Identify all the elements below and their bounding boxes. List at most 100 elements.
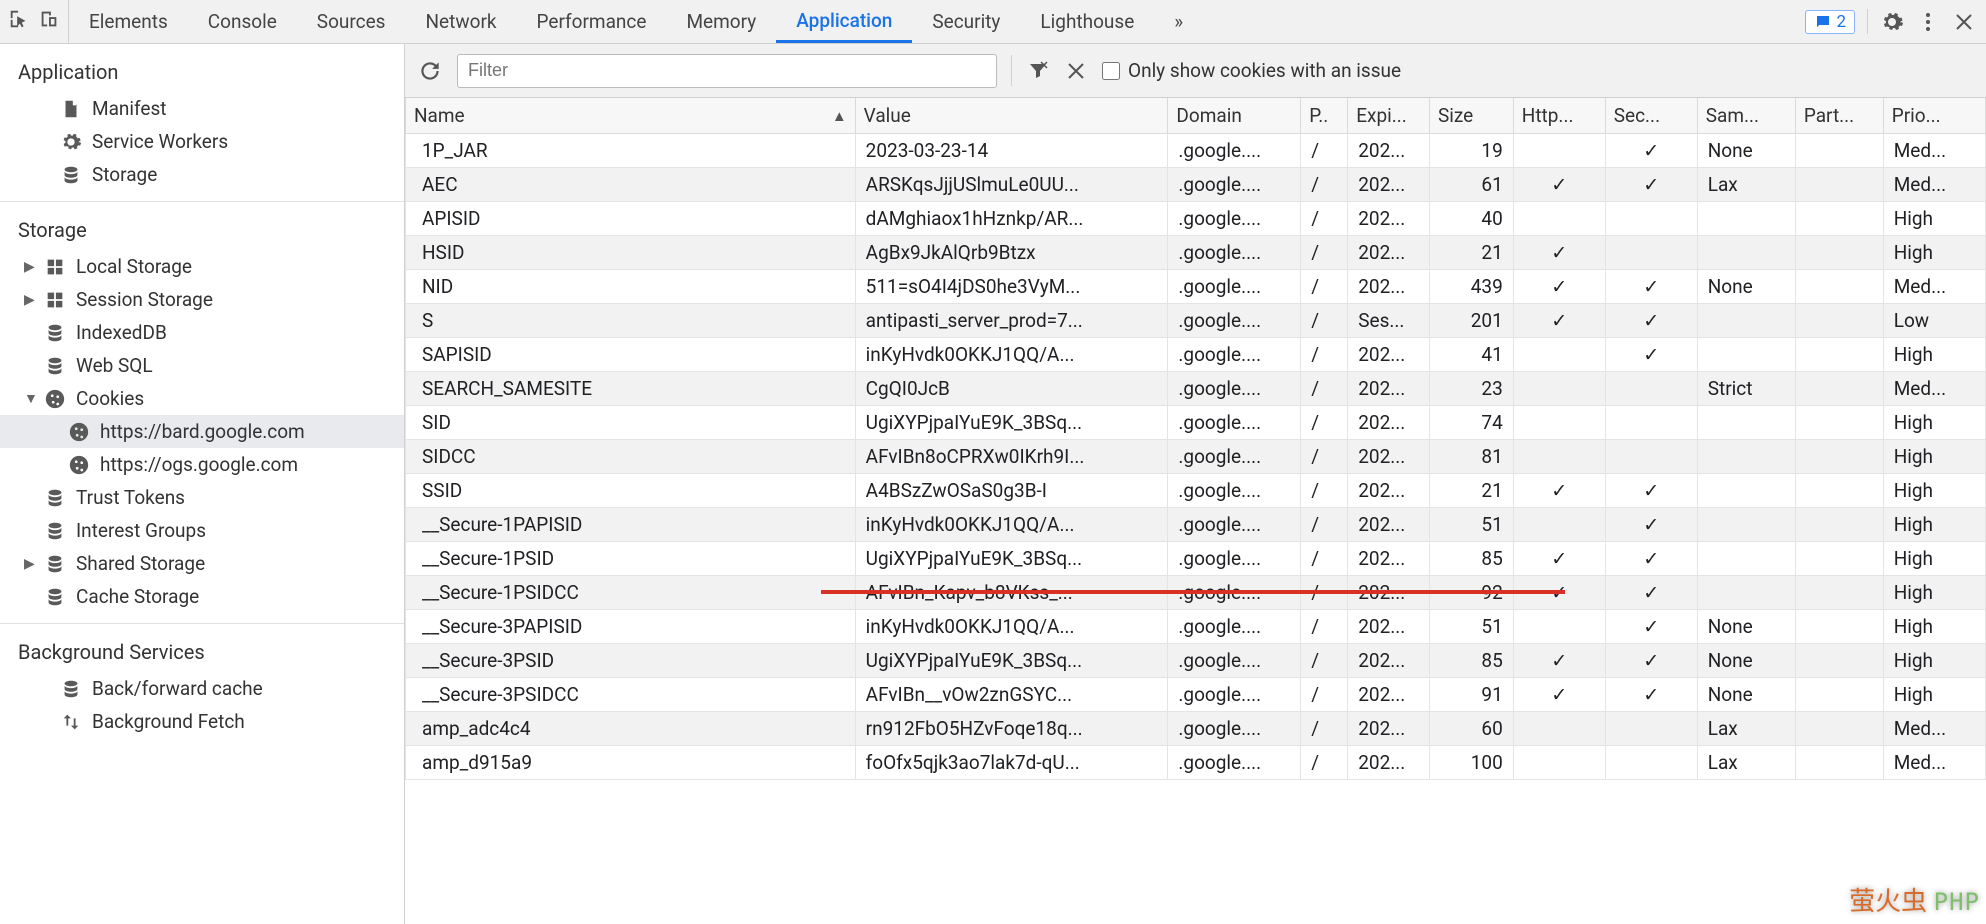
table-row[interactable]: SSIDA4BSzZwOSaS0g3B-I.google..../202...2… (406, 474, 1986, 508)
cell-name: AEC (406, 168, 856, 202)
col-header[interactable]: Value (855, 98, 1168, 134)
cell-size: 91 (1429, 678, 1513, 712)
table-row[interactable]: __Secure-1PSIDUgiXYPjpaIYuE9K_3BSq....go… (406, 542, 1986, 576)
table-row[interactable]: Santipasti_server_prod=7....google..../S… (406, 304, 1986, 338)
sidebar-item-label: Web SQL (76, 354, 153, 377)
sidebar-item-cache-storage[interactable]: Cache Storage (0, 580, 404, 613)
sidebar-item-background-fetch[interactable]: Background Fetch (0, 705, 404, 738)
cookie-origin[interactable]: https://ogs.google.com (0, 448, 404, 481)
messages-badge[interactable]: 2 (1805, 10, 1855, 34)
table-row[interactable]: SIDCCAFvIBn8oCPRXw0IKrh9I....google..../… (406, 440, 1986, 474)
sidebar-item-storage[interactable]: Storage (0, 158, 404, 191)
col-header[interactable]: Expi... (1348, 98, 1430, 134)
tab-elements[interactable]: Elements (69, 0, 188, 43)
table-row[interactable]: SAPISIDinKyHvdk0OKKJ1QQ/A....google..../… (406, 338, 1986, 372)
only-issue-checkbox[interactable]: Only show cookies with an issue (1102, 59, 1401, 82)
sidebar-heading-application: Application (0, 54, 404, 92)
cookies-table: Name▲ValueDomainP..Expi...SizeHttp...Sec… (405, 98, 1986, 780)
sidebar-item-session-storage[interactable]: ▶Session Storage (0, 283, 404, 316)
sidebar-item-cookies[interactable]: ▼Cookies (0, 382, 404, 415)
db-icon (44, 487, 66, 509)
table-row[interactable]: amp_adc4c4rn912FbO5HZvFoqe18q....google.… (406, 712, 1986, 746)
col-header[interactable]: Size (1429, 98, 1513, 134)
table-row[interactable]: HSIDAgBx9JkAlQrb9Btzx.google..../202...2… (406, 236, 1986, 270)
table-row[interactable]: amp_d915a9foOfx5qjk3ao7lak7d-qU....googl… (406, 746, 1986, 780)
device-toggle-icon[interactable] (38, 8, 60, 35)
tabs-overflow[interactable]: » (1154, 0, 1203, 43)
delete-icon[interactable] (1064, 59, 1088, 83)
cell-partition (1795, 746, 1883, 780)
inspect-icon[interactable] (8, 8, 30, 35)
sidebar-item-interest-groups[interactable]: Interest Groups (0, 514, 404, 547)
cell-expires: 202... (1348, 508, 1430, 542)
cookie-origin[interactable]: https://bard.google.com (0, 415, 404, 448)
cell-expires: Ses... (1348, 304, 1430, 338)
sidebar-item-local-storage[interactable]: ▶Local Storage (0, 250, 404, 283)
cell-path: / (1301, 678, 1348, 712)
cell-partition (1795, 440, 1883, 474)
gear-icon[interactable] (1880, 10, 1904, 34)
close-icon[interactable] (1952, 10, 1976, 34)
col-header[interactable]: Sam... (1697, 98, 1795, 134)
table-row[interactable]: __Secure-1PAPISIDinKyHvdk0OKKJ1QQ/A....g… (406, 508, 1986, 542)
cell-priority: Med... (1883, 372, 1985, 406)
sidebar-item-shared-storage[interactable]: ▶Shared Storage (0, 547, 404, 580)
sidebar-item-manifest[interactable]: Manifest (0, 92, 404, 125)
tab-network[interactable]: Network (405, 0, 516, 43)
col-header[interactable]: Prio... (1883, 98, 1985, 134)
table-row[interactable]: SEARCH_SAMESITECgQI0JcB.google..../202..… (406, 372, 1986, 406)
cell-name: __Secure-1PSID (406, 542, 856, 576)
filter-input[interactable] (457, 54, 997, 88)
tab-sources[interactable]: Sources (297, 0, 406, 43)
sidebar-item-trust-tokens[interactable]: Trust Tokens (0, 481, 404, 514)
sidebar-item-back/forward-cache[interactable]: Back/forward cache (0, 672, 404, 705)
col-header[interactable]: Name▲ (406, 98, 856, 134)
cookies-table-wrap[interactable]: Name▲ValueDomainP..Expi...SizeHttp...Sec… (405, 98, 1986, 924)
table-row[interactable]: __Secure-3PSIDCCAFvIBn__vOw2znGSYC....go… (406, 678, 1986, 712)
sort-asc-icon: ▲ (832, 107, 847, 125)
cell-value: antipasti_server_prod=7... (855, 304, 1168, 338)
cell-name: __Secure-1PAPISID (406, 508, 856, 542)
table-row[interactable]: NID511=sO4I4jDS0he3VyM....google..../202… (406, 270, 1986, 304)
tab-security[interactable]: Security (912, 0, 1020, 43)
col-header[interactable]: Domain (1168, 98, 1301, 134)
cell-value: AFvIBn8oCPRXw0IKrh9I... (855, 440, 1168, 474)
db-icon (44, 586, 66, 608)
sidebar-item-web-sql[interactable]: Web SQL (0, 349, 404, 382)
table-row[interactable]: APISIDdAMghiaox1hHznkp/AR....google..../… (406, 202, 1986, 236)
cell-partition (1795, 270, 1883, 304)
cell-secure: ✓ (1605, 270, 1697, 304)
tab-performance[interactable]: Performance (517, 0, 667, 43)
table-row[interactable]: __Secure-3PAPISIDinKyHvdk0OKKJ1QQ/A....g… (406, 610, 1986, 644)
col-header[interactable]: Sec... (1605, 98, 1697, 134)
only-issue-input[interactable] (1102, 62, 1120, 80)
kebab-menu-icon[interactable] (1916, 10, 1940, 34)
table-row[interactable]: AECARSKqsJjjUSlmuLe0UU....google..../202… (406, 168, 1986, 202)
cell-priority: Med... (1883, 168, 1985, 202)
reload-icon[interactable] (417, 58, 443, 84)
cell-partition (1795, 338, 1883, 372)
tab-console[interactable]: Console (188, 0, 297, 43)
table-row[interactable]: __Secure-1PSIDCCAFvIBn_Kapv_b8VKss_....g… (406, 576, 1986, 610)
doc-icon (60, 98, 82, 120)
table-row[interactable]: __Secure-3PSIDUgiXYPjpaIYuE9K_3BSq....go… (406, 644, 1986, 678)
clear-filter-icon[interactable] (1026, 59, 1050, 83)
table-row[interactable]: 1P_JAR2023-03-23-14.google..../202...19✓… (406, 134, 1986, 168)
sidebar-item-service-workers[interactable]: Service Workers (0, 125, 404, 158)
cell-secure: ✓ (1605, 678, 1697, 712)
col-header[interactable]: Part... (1795, 98, 1883, 134)
cell-value: AgBx9JkAlQrb9Btzx (855, 236, 1168, 270)
sidebar-item-indexeddb[interactable]: IndexedDB (0, 316, 404, 349)
sidebar-heading-bg: Background Services (0, 634, 404, 672)
cell-value: 2023-03-23-14 (855, 134, 1168, 168)
tab-lighthouse[interactable]: Lighthouse (1020, 0, 1154, 43)
tab-memory[interactable]: Memory (666, 0, 776, 43)
cell-samesite: Strict (1697, 372, 1795, 406)
table-row[interactable]: SIDUgiXYPjpaIYuE9K_3BSq....google..../20… (406, 406, 1986, 440)
col-header[interactable]: Http... (1513, 98, 1605, 134)
tab-application[interactable]: Application (776, 0, 912, 43)
cell-httponly: ✓ (1513, 168, 1605, 202)
cell-expires: 202... (1348, 270, 1430, 304)
cell-secure (1605, 202, 1697, 236)
col-header[interactable]: P.. (1301, 98, 1348, 134)
